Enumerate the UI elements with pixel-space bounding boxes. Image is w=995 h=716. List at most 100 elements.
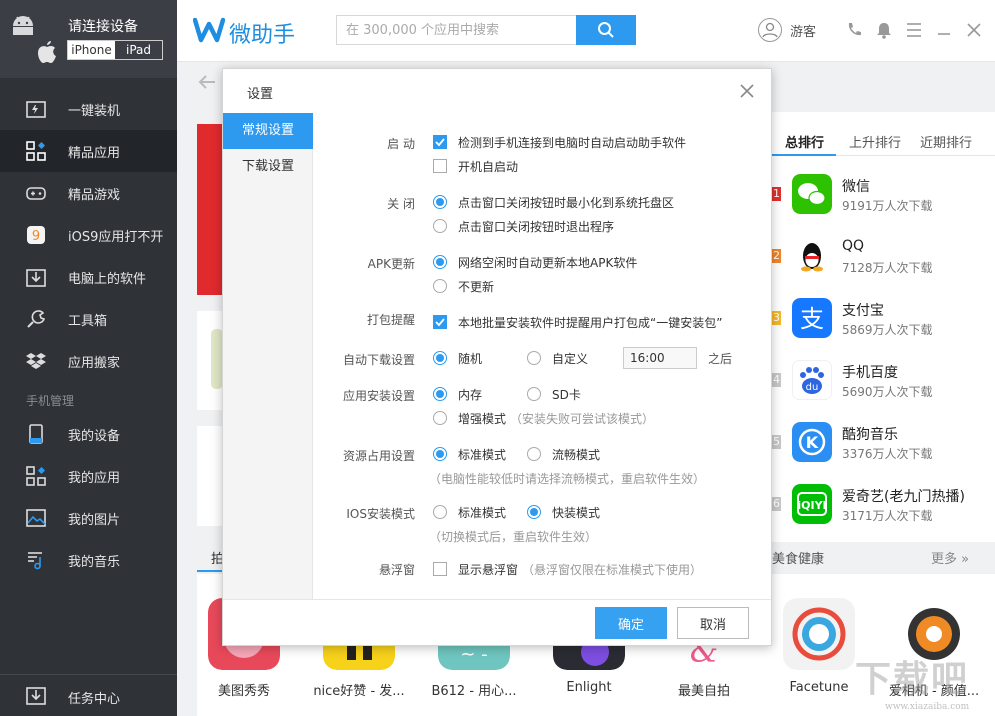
- option-text: 随机: [458, 350, 482, 367]
- ios-install-mode-label: IOS安装模式: [315, 505, 415, 522]
- app-name: 支付宝: [842, 300, 884, 320]
- tab-download-settings[interactable]: 下载设置: [223, 149, 313, 185]
- watermark: 下载吧 www.xiazaiba.com: [855, 650, 995, 716]
- ios-standard-radio[interactable]: 标准模式: [433, 503, 506, 521]
- radio[interactable]: [527, 387, 541, 401]
- auto-download-random-radio[interactable]: 随机: [433, 349, 482, 367]
- checkbox-checked[interactable]: [433, 135, 447, 149]
- more-link[interactable]: 更多 »: [931, 548, 969, 567]
- tab-total-ranking[interactable]: 总排行: [785, 132, 824, 151]
- iphone-toggle[interactable]: iPhone: [68, 41, 115, 59]
- ranking-row[interactable]: 4 du 手机百度 5690万人次下载: [772, 360, 995, 422]
- checkbox[interactable]: [433, 159, 447, 173]
- install-sd-card-radio[interactable]: SD卡: [527, 385, 581, 403]
- close-minimize-radio[interactable]: 点击窗口关闭按钮时最小化到系统托盘区: [433, 193, 674, 211]
- sidebar-item-my-music[interactable]: 我的音乐: [0, 539, 177, 581]
- app-name: B612 - 用心...: [428, 680, 520, 699]
- ios-quick-radio[interactable]: 快装模式: [527, 503, 600, 521]
- search-input[interactable]: [337, 16, 576, 44]
- banner-card[interactable]: [197, 426, 223, 526]
- install-enhanced-radio[interactable]: 增强模式 （安装失败可尝试该模式）: [433, 409, 654, 427]
- app-name: Facetune: [773, 680, 865, 695]
- svg-text:9: 9: [32, 229, 40, 244]
- sidebar-item-featured-games[interactable]: 精品游戏: [0, 172, 177, 214]
- banner-card[interactable]: [197, 311, 223, 410]
- top-bar: 微助手 游客: [177, 0, 995, 62]
- auto-start-on-connect-checkbox[interactable]: 检测到手机连接到电脑时自动启动助手软件: [433, 133, 686, 151]
- sidebar-item-my-pictures[interactable]: 我的图片: [0, 497, 177, 539]
- radio[interactable]: [433, 279, 447, 293]
- app-name: QQ: [842, 238, 864, 254]
- show-float-window-checkbox[interactable]: 显示悬浮窗 （悬浮窗仅限在标准模式下使用）: [433, 560, 702, 578]
- settings-dialog: 设置 常规设置 下载设置 启 动 检测到手机连接到电脑时自动启动助手软件 开机自…: [222, 68, 772, 646]
- sidebar-item-featured-apps[interactable]: 精品应用: [0, 130, 177, 172]
- radio[interactable]: [433, 411, 447, 425]
- wechat-icon: [792, 174, 832, 214]
- close-icon[interactable]: [739, 83, 755, 99]
- guest-label[interactable]: 游客: [790, 21, 816, 40]
- app-downloads: 5690万人次下载: [842, 383, 933, 400]
- radio[interactable]: [527, 351, 541, 365]
- resource-smooth-radio[interactable]: 流畅模式: [527, 445, 600, 463]
- cancel-button[interactable]: 取消: [677, 607, 749, 639]
- option-text: 不更新: [458, 278, 494, 295]
- minimize-icon[interactable]: [934, 20, 954, 40]
- auto-download-custom-radio[interactable]: 自定义: [527, 349, 588, 367]
- category-tab-food-health[interactable]: 美食健康: [772, 548, 824, 567]
- sidebar-item-my-apps[interactable]: 我的应用: [0, 455, 177, 497]
- float-window-label: 悬浮窗: [315, 561, 415, 578]
- phone-call-icon[interactable]: [844, 20, 864, 40]
- sidebar-item-pc-software[interactable]: 电脑上的软件: [0, 256, 177, 298]
- radio-selected[interactable]: [433, 387, 447, 401]
- checkbox-checked[interactable]: [433, 315, 447, 329]
- sidebar-item-toolbox[interactable]: 工具箱: [0, 298, 177, 340]
- bell-icon[interactable]: [874, 20, 894, 40]
- radio[interactable]: [433, 505, 447, 519]
- option-text: 自定义: [552, 350, 588, 367]
- close-exit-radio[interactable]: 点击窗口关闭按钮时退出程序: [433, 217, 614, 235]
- radio[interactable]: [527, 447, 541, 461]
- task-center-button[interactable]: 任务中心: [0, 674, 177, 716]
- ipad-toggle[interactable]: iPad: [115, 41, 162, 59]
- back-arrow-icon[interactable]: [197, 72, 217, 92]
- gamepad-icon: [26, 183, 46, 203]
- apk-auto-update-radio[interactable]: 网络空闲时自动更新本地APK软件: [433, 253, 637, 271]
- tab-general-settings[interactable]: 常规设置: [223, 113, 313, 149]
- radio-selected[interactable]: [433, 351, 447, 365]
- ranking-row[interactable]: 3 支 支付宝 5869万人次下载: [772, 298, 995, 360]
- tab-recent-ranking[interactable]: 近期排行: [920, 132, 972, 151]
- radio[interactable]: [433, 219, 447, 233]
- search-button[interactable]: [576, 15, 636, 45]
- banner-red[interactable]: [197, 124, 223, 295]
- kugou-icon: K: [792, 422, 832, 462]
- ranking-row[interactable]: 5 K 酷狗音乐 3376万人次下载: [772, 422, 995, 484]
- inbox-icon: [26, 687, 46, 705]
- auto-download-time-input[interactable]: [623, 347, 697, 369]
- radio-selected[interactable]: [433, 447, 447, 461]
- install-memory-radio[interactable]: 内存: [433, 385, 482, 403]
- watermark-text: 下载吧: [855, 658, 969, 700]
- ranking-row[interactable]: 6 iQIYI 爱奇艺(老九门热播) 3171万人次下载: [772, 484, 995, 546]
- apk-no-update-radio[interactable]: 不更新: [433, 277, 494, 295]
- ranking-row[interactable]: 1 微信 9191万人次下载: [772, 174, 995, 236]
- checkbox[interactable]: [433, 562, 447, 576]
- sidebar-item-ios9[interactable]: 9 iOS9应用打不开: [0, 214, 177, 256]
- resource-standard-radio[interactable]: 标准模式: [433, 445, 506, 463]
- pack-reminder-checkbox[interactable]: 本地批量安装软件时提醒用户打包成“一键安装包”: [433, 313, 722, 331]
- menu-icon[interactable]: [904, 20, 924, 40]
- section-label-phone-management: 手机管理: [26, 392, 74, 409]
- radio-selected[interactable]: [433, 195, 447, 209]
- double-chevron-icon: »: [961, 552, 969, 567]
- sidebar-item-one-click-install[interactable]: 一键装机: [0, 88, 177, 130]
- start-on-boot-checkbox[interactable]: 开机自启动: [433, 157, 518, 175]
- tab-rising-ranking[interactable]: 上升排行: [849, 132, 901, 151]
- enhanced-mode-hint: （安装失败可尝试该模式）: [510, 410, 654, 427]
- sidebar-item-app-move[interactable]: 应用搬家: [0, 340, 177, 382]
- radio-selected[interactable]: [527, 505, 541, 519]
- close-icon[interactable]: [964, 20, 984, 40]
- user-avatar[interactable]: [758, 18, 782, 42]
- ok-button[interactable]: 确定: [595, 607, 667, 639]
- radio-selected[interactable]: [433, 255, 447, 269]
- ranking-row[interactable]: 2 QQ 7128万人次下载: [772, 236, 995, 298]
- sidebar-item-my-device[interactable]: 我的设备: [0, 413, 177, 455]
